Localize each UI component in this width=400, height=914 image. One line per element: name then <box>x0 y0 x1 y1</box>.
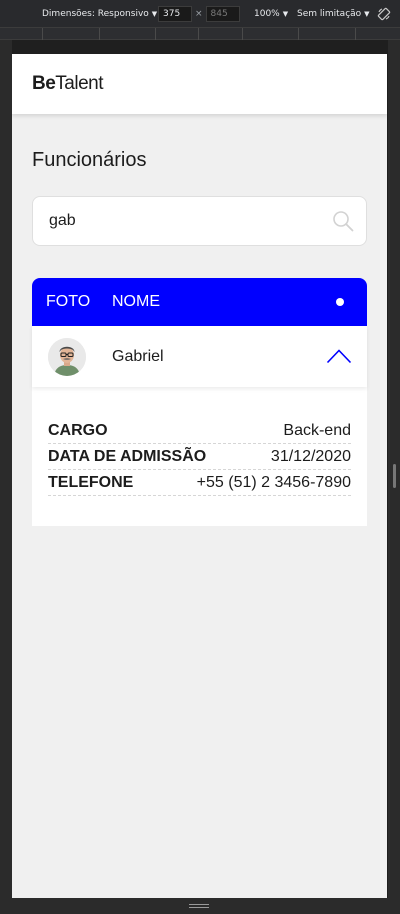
devtools-toolbar: Dimensões: Responsivo ▼ 375 × 845 100% ▼… <box>0 0 400 28</box>
search-box <box>32 196 367 246</box>
zoom-label: 100% <box>254 9 280 19</box>
dimensions-dropdown[interactable]: Dimensões: Responsivo ▼ <box>42 0 157 28</box>
search-icon[interactable] <box>332 210 354 232</box>
chevron-up-icon[interactable] <box>326 348 352 364</box>
dot-icon <box>336 298 344 306</box>
caret-down-icon: ▼ <box>151 10 158 18</box>
avatar-image <box>48 338 86 376</box>
detail-admission-date: DATA DE ADMISSÃO 31/12/2020 <box>48 444 351 470</box>
employee-details: CARGO Back-end DATA DE ADMISSÃO 31/12/20… <box>48 418 351 496</box>
ruler <box>0 28 400 40</box>
dimensions-label: Dimensões: Responsivo <box>42 9 149 19</box>
page-title: Funcionários <box>32 149 147 171</box>
detail-phone: TELEFONE +55 (51) 2 3456-7890 <box>48 470 351 496</box>
rotate-device-icon <box>377 7 391 21</box>
detail-label: TELEFONE <box>48 473 134 491</box>
column-photo: FOTO <box>46 293 91 310</box>
detail-cargo: CARGO Back-end <box>48 418 351 444</box>
viewport-size-inputs: 375 × 845 <box>158 0 240 28</box>
table-header: FOTO NOME <box>32 278 367 326</box>
height-input[interactable]: 845 <box>205 6 240 22</box>
throttle-label: Sem limitação <box>297 9 362 19</box>
detail-value: Back-end <box>283 421 351 439</box>
rotate-device-button[interactable] <box>377 0 391 28</box>
app-header: BeTalent <box>12 54 387 114</box>
detail-value: +55 (51) 2 3456-7890 <box>196 473 351 491</box>
logo-light: Talent <box>55 73 103 94</box>
caret-down-icon: ▼ <box>282 10 289 18</box>
avatar <box>48 338 86 376</box>
width-input[interactable]: 375 <box>158 6 192 22</box>
employee-row-summary[interactable]: Gabriel <box>32 326 367 387</box>
employee-row: Gabriel CARGO Back-end DATA DE ADMISSÃO … <box>32 326 367 526</box>
logo-bold: Be <box>32 73 56 94</box>
throttle-dropdown[interactable]: Sem limitação ▼ <box>297 0 370 28</box>
left-gutter <box>0 40 12 898</box>
column-name: NOME <box>112 293 160 310</box>
device-viewport: BeTalent Funcionários FOTO NOME <box>12 54 387 898</box>
zoom-dropdown[interactable]: 100% ▼ <box>254 0 288 28</box>
search-input[interactable] <box>49 212 332 230</box>
resize-handle-right[interactable] <box>393 464 396 488</box>
betalent-logo[interactable]: BeTalent <box>32 73 103 95</box>
employee-name: Gabriel <box>112 348 164 365</box>
detail-value: 31/12/2020 <box>270 447 351 465</box>
resize-handle-bottom[interactable] <box>189 904 209 908</box>
detail-label: DATA DE ADMISSÃO <box>48 447 207 465</box>
times-sign: × <box>195 9 203 19</box>
detail-label: CARGO <box>48 421 108 439</box>
caret-down-icon: ▼ <box>364 10 370 18</box>
